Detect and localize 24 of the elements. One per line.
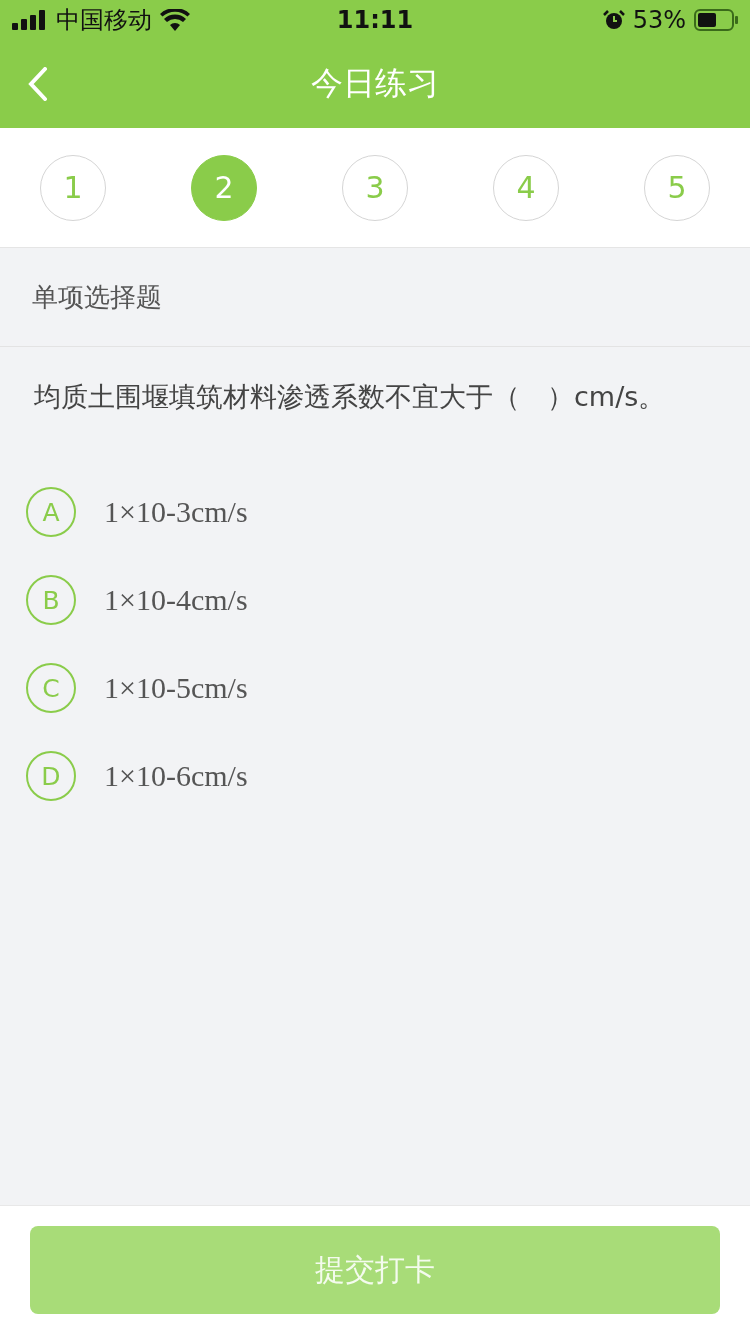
question-number-tab[interactable]: 4 <box>493 154 559 221</box>
section-title: 单项选择题 <box>32 280 162 314</box>
clock-time: 11:11 <box>336 6 414 34</box>
page-title: 今日练习 <box>311 63 439 104</box>
option-letter[interactable]: C <box>26 663 76 713</box>
option-letter[interactable]: D <box>26 751 76 801</box>
signal-icon <box>12 10 48 30</box>
question-number-tab[interactable]: 3 <box>342 154 408 221</box>
question-number-tab[interactable]: 5 <box>644 154 710 221</box>
alarm-icon <box>602 9 625 31</box>
battery-percent: 53% <box>632 6 686 34</box>
carrier-name: 中国移动 <box>56 5 152 36</box>
battery-icon <box>694 9 738 31</box>
option-text[interactable]: 1×10-3cm/s <box>104 495 248 529</box>
option-letter[interactable]: B <box>26 575 76 625</box>
wifi-icon <box>160 9 190 31</box>
question-number-tab[interactable]: 1 <box>40 154 106 221</box>
option-letter[interactable]: A <box>26 487 76 537</box>
option-text[interactable]: 1×10-5cm/s <box>104 671 248 705</box>
back-icon[interactable] <box>28 67 48 101</box>
question-text: 均质土围堰填筑材料渗透系数不宜大于（ ）cm/s。 <box>34 380 667 414</box>
option-text[interactable]: 1×10-6cm/s <box>104 759 248 793</box>
question-number-tab[interactable]: 2 <box>191 154 257 221</box>
option-text[interactable]: 1×10-4cm/s <box>104 583 248 617</box>
